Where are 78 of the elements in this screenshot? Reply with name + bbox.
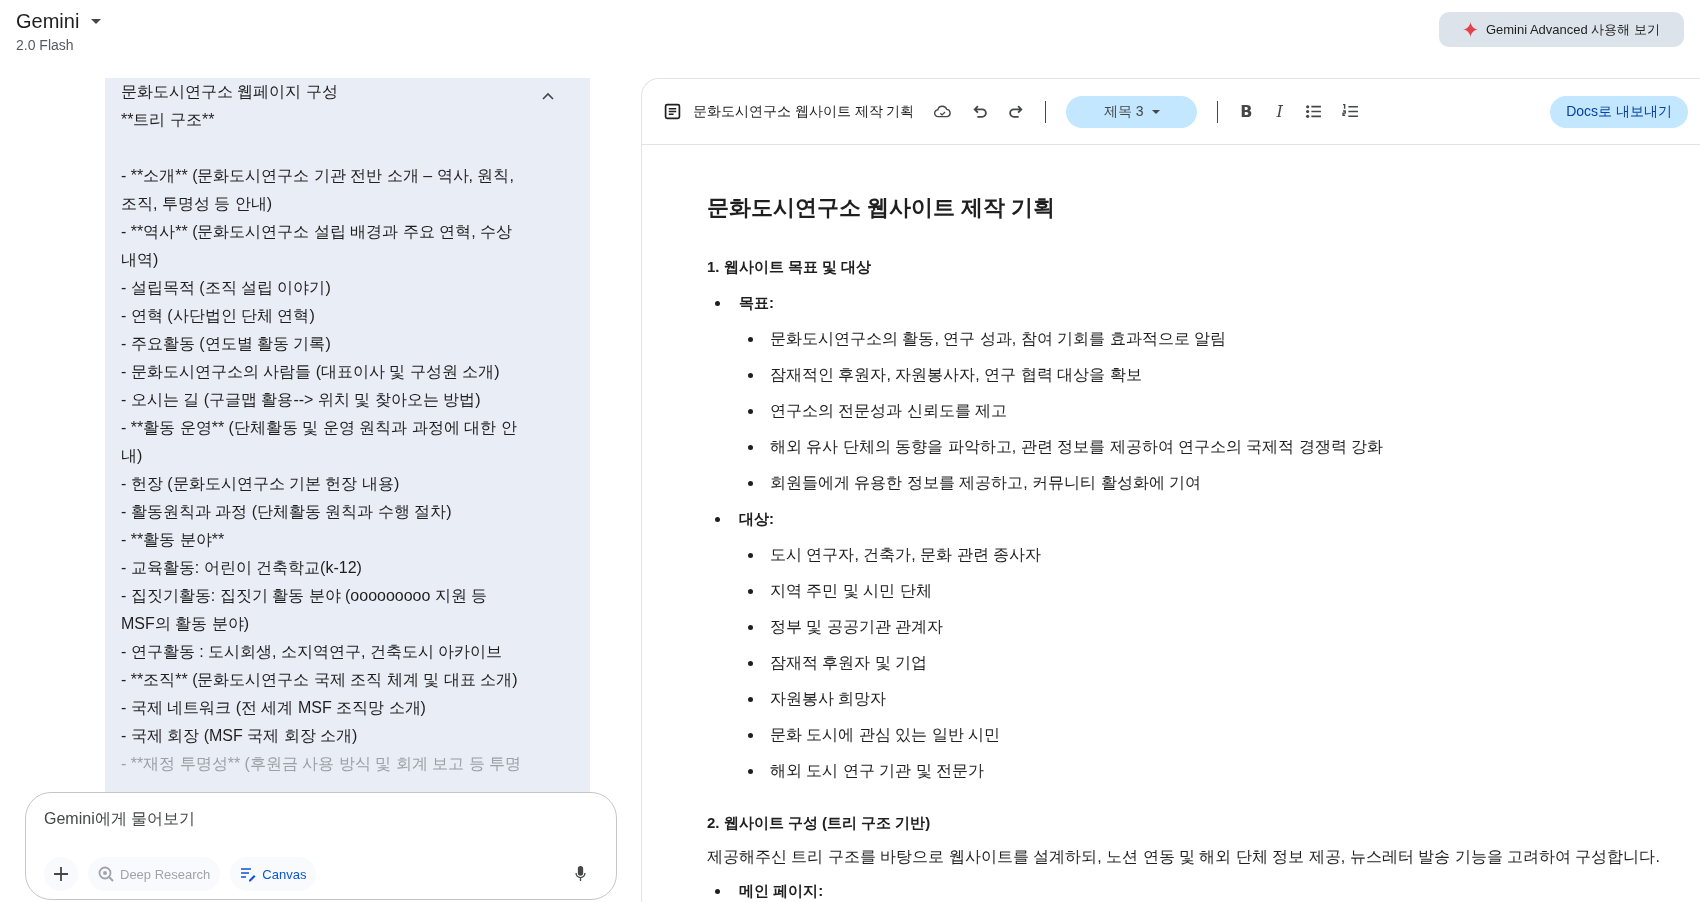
list-label: 메인 페이지: [739, 881, 824, 901]
list-item: 문화도시연구소의 활동, 연구 성과, 참여 기회를 효과적으로 알림 [770, 328, 1226, 349]
model-name: 2.0 Flash [16, 37, 75, 53]
bullet-icon [715, 888, 720, 894]
document-title: 문화도시연구소 웹사이트 제작 기획 [693, 102, 915, 121]
cloud-icon[interactable] [934, 103, 952, 120]
bullet-icon [748, 444, 753, 450]
message-line: - **소개** (문화도시연구소 기관 전반 소개 – 역사, 원칙, 조직, 투명성 등 안내) [121, 166, 515, 214]
bullet-icon [748, 624, 753, 630]
bullet-icon [715, 516, 720, 522]
message-line: - 오시는 길 (구글맵 활용--> 위치 및 찾아오는 방법) [121, 390, 482, 410]
tool-chip[interactable]: Canvas [230, 857, 317, 891]
search-icon [98, 866, 114, 882]
pen-lines-icon [240, 866, 257, 882]
text-style-dropdown[interactable]: 제목 3 [1066, 95, 1198, 128]
section-heading: 1. 웹사이트 목표 및 대상 [707, 257, 873, 277]
prompt-field[interactable]: Gemini에게 물어보기 [44, 807, 602, 831]
message-line: 문화도시연구소 웹페이지 구성 [121, 82, 339, 102]
list-item: 지역 주민 및 시민 단체 [770, 580, 932, 601]
message-line: - 헌장 (문화도시연구소 기본 헌장 내용) [121, 474, 401, 494]
list-item: 해외 유사 단체의 동향을 파악하고, 관련 정보를 제공하여 연구소의 국제적 경쟁력 강화 [770, 436, 1384, 457]
message-line: - **조직** (문화도시연구소 국제 조직 체계 및 대표 소개) [121, 670, 519, 690]
caret-icon[interactable] [91, 19, 102, 24]
message-line: - 주요활동 (연도별 활동 기록) [121, 334, 332, 354]
list-item: 잠재적 후원자 및 기업 [770, 652, 928, 673]
message-line: - 집짓기활동: 집짓기 활동 분야 (ooooooooo 지원 등 MSF의 활동 분야) [121, 586, 489, 634]
list-item: 정부 및 공공기관 관계자 [770, 616, 944, 637]
microphone-icon[interactable] [575, 866, 586, 882]
list-item: 연구소의 전문성과 신뢰도를 제고 [770, 400, 1008, 421]
sparkle-icon [1462, 22, 1478, 37]
bullet-icon [748, 768, 753, 774]
message-line: - **재정 투명성** (후원금 사용 방식 및 회계 보고 등 투명 [121, 754, 521, 774]
bullet-icon [748, 588, 753, 594]
list-item: 도시 연구자, 건축가, 문화 관련 종사자 [770, 544, 1042, 565]
message-line: - **활동 운영** (단체활동 및 운영 원칙과 과정에 대한 안내) [121, 418, 518, 466]
list-item: 잠재적인 후원자, 자원봉사자, 연구 협력 대상을 확보 [770, 364, 1142, 385]
upgrade-button[interactable]: Gemini Advanced 사용해 보기 [1438, 12, 1684, 47]
paragraph: 제공해주신 트리 구조를 바탕으로 웹사이트를 설계하되, 노션 연동 및 해외 단체 정보 제공, 뉴스레터 발송 기능을 고려하여 구성합니다. [707, 847, 1661, 867]
bullet-icon [748, 696, 753, 702]
undo-icon[interactable] [971, 103, 989, 120]
message-line: - **활동 분야** [121, 530, 226, 550]
bullet-icon [748, 372, 753, 378]
bulleted-list-icon[interactable] [1304, 103, 1322, 120]
list-label: 대상: [739, 509, 774, 529]
document-heading: 문화도시연구소 웹사이트 제작 기획 [707, 194, 1057, 222]
bullet-icon [748, 336, 753, 342]
bullet-icon [748, 480, 753, 486]
message-line: - 연혁 (사단법인 단체 연혁) [121, 306, 316, 326]
list-item: 해외 도시 연구 기관 및 전문가 [770, 760, 985, 781]
list-item: 회원들에게 유용한 정보를 제공하고, 커뮤니티 활성화에 기여 [770, 472, 1202, 493]
caret-icon [1151, 109, 1160, 114]
bullet-icon [715, 300, 720, 306]
list-item: 문화 도시에 관심 있는 일반 시민 [770, 724, 1001, 745]
message-line: - 국제 네트워크 (전 세계 MSF 조직망 소개) [121, 698, 427, 718]
export-button[interactable]: Docs로 내보내기 [1550, 95, 1688, 128]
message-line: - **역사** (문화도시연구소 설립 배경과 주요 연혁, 수상 내역) [121, 222, 514, 270]
message-line: - 국제 회장 (MSF 국제 회장 소개) [121, 726, 359, 746]
bullet-icon [748, 732, 753, 738]
message-line: - 문화도시연구소의 사람들 (대표이사 및 구성원 소개) [121, 362, 501, 382]
list-item: 자원봉사 희망자 [770, 688, 887, 709]
document-icon [664, 103, 681, 120]
message-line: - 교육활동: 어린이 건축학교(k-12) [121, 558, 363, 578]
plus-icon [53, 866, 69, 882]
bullet-icon [748, 408, 753, 414]
bold-button[interactable]: B [1238, 102, 1255, 121]
collapse-icon[interactable] [542, 92, 554, 100]
message-line: **트리 구조** [121, 110, 216, 130]
app-title[interactable]: Gemini [16, 10, 80, 33]
bullet-icon [748, 552, 753, 558]
message-line: - 설립목적 (조직 설립 이야기) [121, 278, 332, 298]
message-line: - 연구활동 : 도시회생, 소지역연구, 건축도시 아카이브 [121, 642, 504, 662]
italic-button[interactable]: I [1274, 102, 1285, 121]
list-label: 목표: [739, 293, 774, 313]
add-button[interactable] [44, 857, 78, 891]
numbered-list-icon[interactable] [1341, 103, 1359, 120]
bullet-icon [748, 660, 753, 666]
message-line: - 활동원칙과 과정 (단체활동 원칙과 수행 절차) [121, 502, 453, 522]
section-heading: 2. 웹사이트 구성 (트리 구조 기반) [707, 813, 932, 833]
